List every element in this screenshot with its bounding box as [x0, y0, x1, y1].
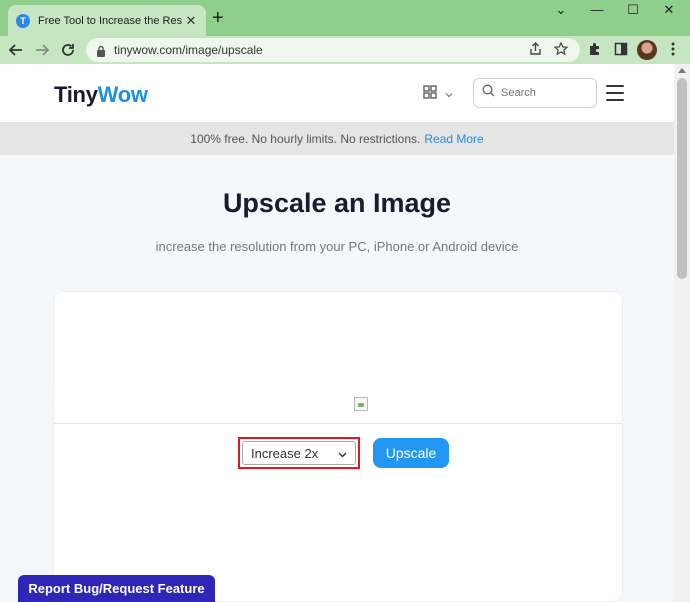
share-icon[interactable] [527, 42, 543, 58]
site-header: TinyWow [0, 64, 674, 122]
page-subtitle: increase the resolution from your PC, iP… [155, 239, 519, 254]
report-bug-button[interactable]: Report Bug/Request Feature [18, 575, 215, 602]
search-icon [482, 84, 495, 102]
scale-select[interactable]: Increase 2x [242, 441, 356, 465]
promo-banner: 100% free. No hourly limits. No restrict… [0, 122, 674, 155]
lock-icon [96, 44, 106, 57]
profile-avatar[interactable] [637, 40, 657, 60]
upscale-card: Increase 2x Upscale [53, 291, 623, 602]
grid-icon [423, 84, 437, 104]
scroll-thumb[interactable] [677, 78, 687, 279]
chevron-down-icon [338, 446, 347, 461]
minimize-button[interactable]: — [587, 2, 607, 17]
scroll-up-arrow-icon[interactable] [678, 68, 686, 73]
upscale-button[interactable]: Upscale [373, 438, 449, 468]
side-panel-icon[interactable] [613, 42, 629, 58]
browser-toolbar: tinywow.com/image/upscale [0, 36, 690, 64]
browser-tab[interactable]: T Free Tool to Increase the Resolution ✕ [8, 5, 206, 36]
forward-arrow-icon[interactable] [32, 40, 52, 60]
image-preview-area[interactable] [54, 292, 622, 424]
address-bar[interactable]: tinywow.com/image/upscale [86, 38, 580, 62]
hamburger-menu-icon[interactable] [606, 85, 624, 101]
tinywow-logo[interactable]: TinyWow [54, 82, 148, 108]
page-title: Upscale an Image [222, 188, 452, 218]
reload-icon[interactable] [58, 40, 78, 60]
browser-tab-bar: T Free Tool to Increase the Resolution ✕… [0, 0, 690, 36]
banner-text: 100% free. No hourly limits. No restrict… [190, 131, 421, 146]
search-box[interactable] [473, 78, 597, 108]
extensions-puzzle-icon[interactable] [587, 42, 603, 58]
back-arrow-icon[interactable] [6, 40, 26, 60]
scale-select-highlight: Increase 2x [238, 437, 360, 469]
tinywow-favicon-icon: T [16, 13, 30, 28]
url-text: tinywow.com/image/upscale [114, 43, 263, 57]
page-scrollbar[interactable] [674, 64, 690, 602]
read-more-link[interactable]: Read More [424, 132, 483, 146]
close-window-button[interactable]: ✕ [659, 2, 679, 18]
bookmark-star-icon[interactable] [553, 41, 569, 58]
chevron-down-icon [445, 85, 453, 103]
tab-close-icon[interactable]: ✕ [184, 13, 198, 29]
broken-image-icon [354, 397, 368, 411]
more-vertical-icon[interactable] [665, 42, 681, 58]
main-content: Upscale an Image increase the resolution… [0, 155, 674, 602]
new-tab-button[interactable]: + [212, 8, 224, 28]
search-input[interactable] [501, 87, 581, 99]
tab-title: Free Tool to Increase the Resolution [38, 14, 182, 27]
tools-grid-menu[interactable] [423, 84, 457, 104]
chevron-down-icon[interactable]: ⌄ [551, 2, 571, 18]
maximize-button[interactable]: ☐ [623, 2, 643, 18]
